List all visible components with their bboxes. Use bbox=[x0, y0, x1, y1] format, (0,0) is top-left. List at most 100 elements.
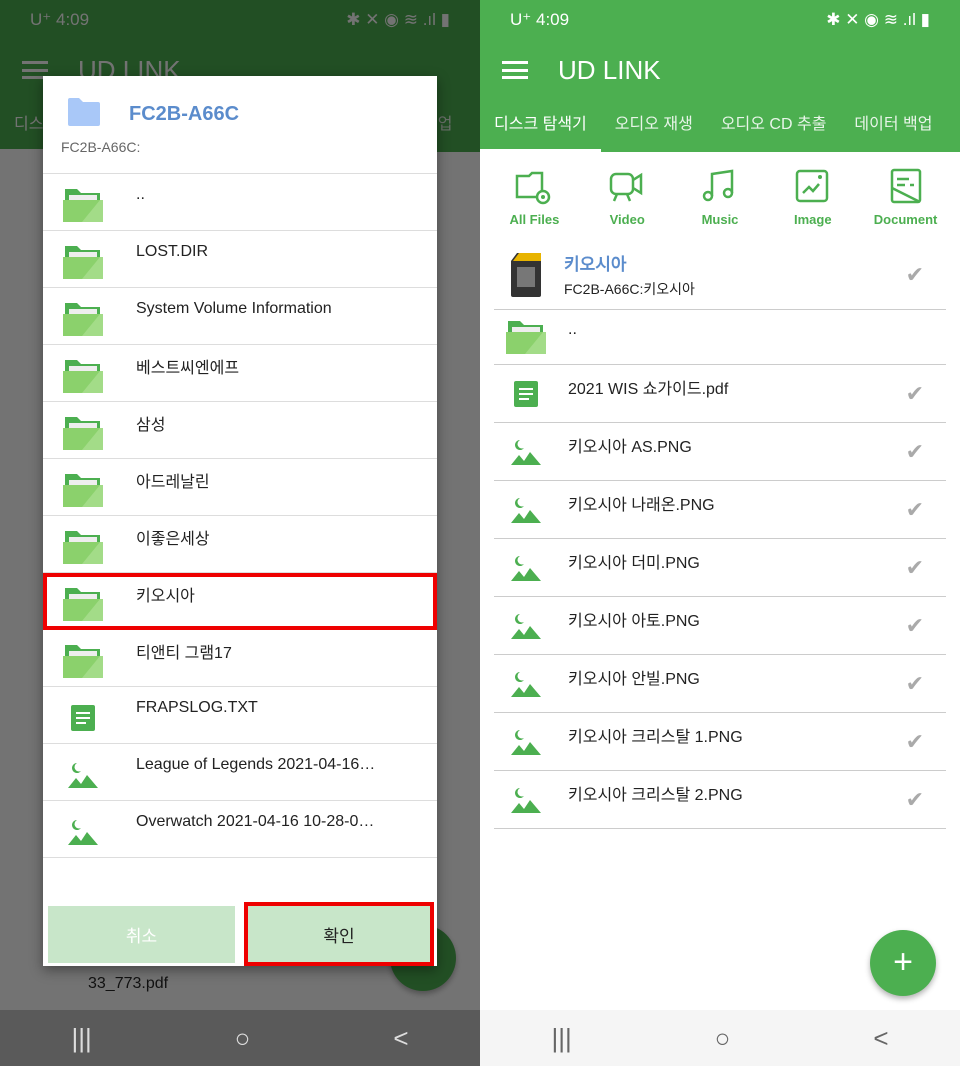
folder-icon bbox=[506, 321, 546, 354]
image-icon bbox=[511, 555, 541, 581]
status-icons: ✱ ✕ ◉ ≋ .ıl ▮ bbox=[826, 10, 930, 29]
category-label: Image bbox=[793, 212, 832, 227]
dialog-title: FC2B-A66C bbox=[129, 103, 240, 125]
home-button[interactable]: ○ bbox=[715, 1023, 731, 1054]
dialog-list-item[interactable]: 키오시아 bbox=[43, 573, 437, 630]
tab-3[interactable]: 데이터 백업 bbox=[840, 100, 946, 152]
folder-icon bbox=[63, 303, 103, 336]
folder-icon bbox=[63, 474, 103, 507]
item-name: FRAPSLOG.TXT bbox=[136, 699, 258, 716]
folder-icon bbox=[63, 531, 103, 564]
image-icon bbox=[511, 729, 541, 755]
category-music[interactable]: Music bbox=[680, 166, 760, 240]
dialog-list-item[interactable]: .. bbox=[43, 174, 437, 231]
category-label: Video bbox=[609, 212, 645, 227]
current-folder-path: FC2B-A66C:키오시아 bbox=[564, 281, 695, 297]
recent-apps-button[interactable]: ||| bbox=[551, 1023, 571, 1054]
status-bar: U⁺ 4:09 ✱ ✕ ◉ ≋ .ıl ▮ bbox=[480, 0, 960, 40]
sd-card-icon bbox=[511, 252, 541, 297]
item-name: 티앤티 그램17 bbox=[136, 645, 232, 662]
menu-icon[interactable] bbox=[502, 61, 528, 79]
check-icon[interactable]: ✔ bbox=[906, 439, 924, 465]
file-list-item[interactable]: 키오시아 안빌.PNG ✔ bbox=[494, 655, 946, 713]
folder-icon bbox=[63, 360, 103, 393]
file-list-item[interactable]: 키오시아 아토.PNG ✔ bbox=[494, 597, 946, 655]
dialog-list-item[interactable]: League of Legends 2021-04-16… bbox=[43, 744, 437, 801]
image-icon bbox=[68, 763, 98, 788]
folder-icon bbox=[63, 588, 103, 621]
check-icon[interactable]: ✔ bbox=[906, 262, 924, 288]
left-screen: U⁺ 4:09✱ ✕ ◉ ≋ .ıl ▮ UD LINK 디스크 탐색기오디오 … bbox=[0, 0, 480, 1066]
dialog-list-item[interactable]: Overwatch 2021-04-16 10-28-0… bbox=[43, 801, 437, 858]
file-list-item[interactable]: 키오시아 크리스탈 2.PNG ✔ bbox=[494, 771, 946, 829]
image-icon bbox=[511, 787, 541, 813]
category-all-files[interactable]: All Files bbox=[494, 166, 574, 240]
current-folder-row[interactable]: 키오시아 FC2B-A66C:키오시아 ✔ bbox=[494, 240, 946, 310]
item-name: 베스트씨엔에프 bbox=[136, 360, 240, 377]
recent-apps-button[interactable]: ||| bbox=[71, 1023, 91, 1054]
file-list-item[interactable]: 키오시아 더미.PNG ✔ bbox=[494, 539, 946, 597]
tab-2[interactable]: 오디오 CD 추출 bbox=[707, 100, 841, 152]
file-name: 키오시아 안빌.PNG bbox=[568, 670, 700, 688]
file-list-item[interactable]: .. bbox=[494, 310, 946, 365]
item-name: System Volume Information bbox=[136, 300, 332, 317]
category-label: Document bbox=[873, 212, 938, 227]
category-label: Music bbox=[701, 212, 739, 227]
check-icon[interactable]: ✔ bbox=[906, 555, 924, 581]
item-name: League of Legends 2021-04-16… bbox=[136, 756, 376, 773]
home-button[interactable]: ○ bbox=[235, 1023, 251, 1054]
item-name: Overwatch 2021-04-16 10-28-0… bbox=[136, 813, 375, 830]
file-list-item[interactable]: 키오시아 크리스탈 1.PNG ✔ bbox=[494, 713, 946, 771]
category-document[interactable]: Document bbox=[866, 166, 946, 240]
back-button[interactable]: < bbox=[393, 1023, 408, 1054]
dialog-list-item[interactable]: 삼성 bbox=[43, 402, 437, 459]
check-icon[interactable]: ✔ bbox=[906, 671, 924, 697]
file-list-item[interactable]: 2021 WIS 쇼가이드.pdf ✔ bbox=[494, 365, 946, 423]
check-icon[interactable]: ✔ bbox=[906, 729, 924, 755]
add-button-fab[interactable]: + bbox=[870, 930, 936, 996]
category-image[interactable]: Image bbox=[773, 166, 853, 240]
image-icon bbox=[511, 671, 541, 697]
check-icon[interactable]: ✔ bbox=[906, 787, 924, 813]
check-icon[interactable]: ✔ bbox=[906, 381, 924, 407]
cancel-button[interactable]: 취소 bbox=[48, 906, 235, 963]
ok-button[interactable]: 확인 bbox=[244, 902, 434, 966]
image-icon bbox=[511, 613, 541, 639]
file-list-item[interactable]: 키오시아 AS.PNG ✔ bbox=[494, 423, 946, 481]
dialog-list-item[interactable]: FRAPSLOG.TXT bbox=[43, 687, 437, 744]
file-name: .. bbox=[568, 321, 577, 338]
item-name: 삼성 bbox=[136, 417, 166, 434]
background-file: 33_773.pdf bbox=[88, 975, 169, 992]
folder-icon bbox=[63, 417, 103, 450]
dialog-list-item[interactable]: 이좋은세상 bbox=[43, 516, 437, 573]
tab-0[interactable]: 디스크 탐색기 bbox=[480, 100, 601, 152]
file-list-item[interactable]: 키오시아 나래온.PNG ✔ bbox=[494, 481, 946, 539]
nav-bar: ||| ○ < bbox=[0, 1010, 480, 1066]
dialog-list-item[interactable]: 티앤티 그램17 bbox=[43, 630, 437, 687]
check-icon[interactable]: ✔ bbox=[906, 613, 924, 639]
dialog-list-item[interactable]: 베스트씨엔에프 bbox=[43, 345, 437, 402]
document-icon bbox=[890, 168, 921, 204]
dialog-path: FC2B-A66C: bbox=[61, 139, 141, 155]
document-icon bbox=[514, 380, 538, 407]
dialog-list-item[interactable]: System Volume Information bbox=[43, 288, 437, 345]
file-name: 키오시아 크리스탈 1.PNG bbox=[568, 728, 743, 746]
image-icon bbox=[511, 497, 541, 523]
check-icon[interactable]: ✔ bbox=[906, 497, 924, 523]
file-name: 키오시아 더미.PNG bbox=[568, 554, 700, 572]
tab-1[interactable]: 오디오 재생 bbox=[601, 100, 707, 152]
current-folder-name: 키오시아 bbox=[564, 255, 627, 274]
file-name: 키오시아 나래온.PNG bbox=[568, 496, 715, 514]
back-button[interactable]: < bbox=[873, 1023, 888, 1054]
image-icon bbox=[511, 439, 541, 465]
category-video[interactable]: Video bbox=[587, 166, 667, 240]
nav-bar: ||| ○ < bbox=[480, 1010, 960, 1066]
dialog-list-item[interactable]: 아드레날린 bbox=[43, 459, 437, 516]
dialog-list-item[interactable]: LOST.DIR bbox=[43, 231, 437, 288]
video-camera-icon bbox=[609, 172, 643, 202]
item-name: 아드레날린 bbox=[136, 474, 210, 491]
file-name: 키오시아 크리스탈 2.PNG bbox=[568, 786, 743, 804]
item-name: 이좋은세상 bbox=[136, 531, 210, 548]
folder-icon bbox=[63, 645, 103, 678]
folder-icon bbox=[68, 98, 100, 126]
